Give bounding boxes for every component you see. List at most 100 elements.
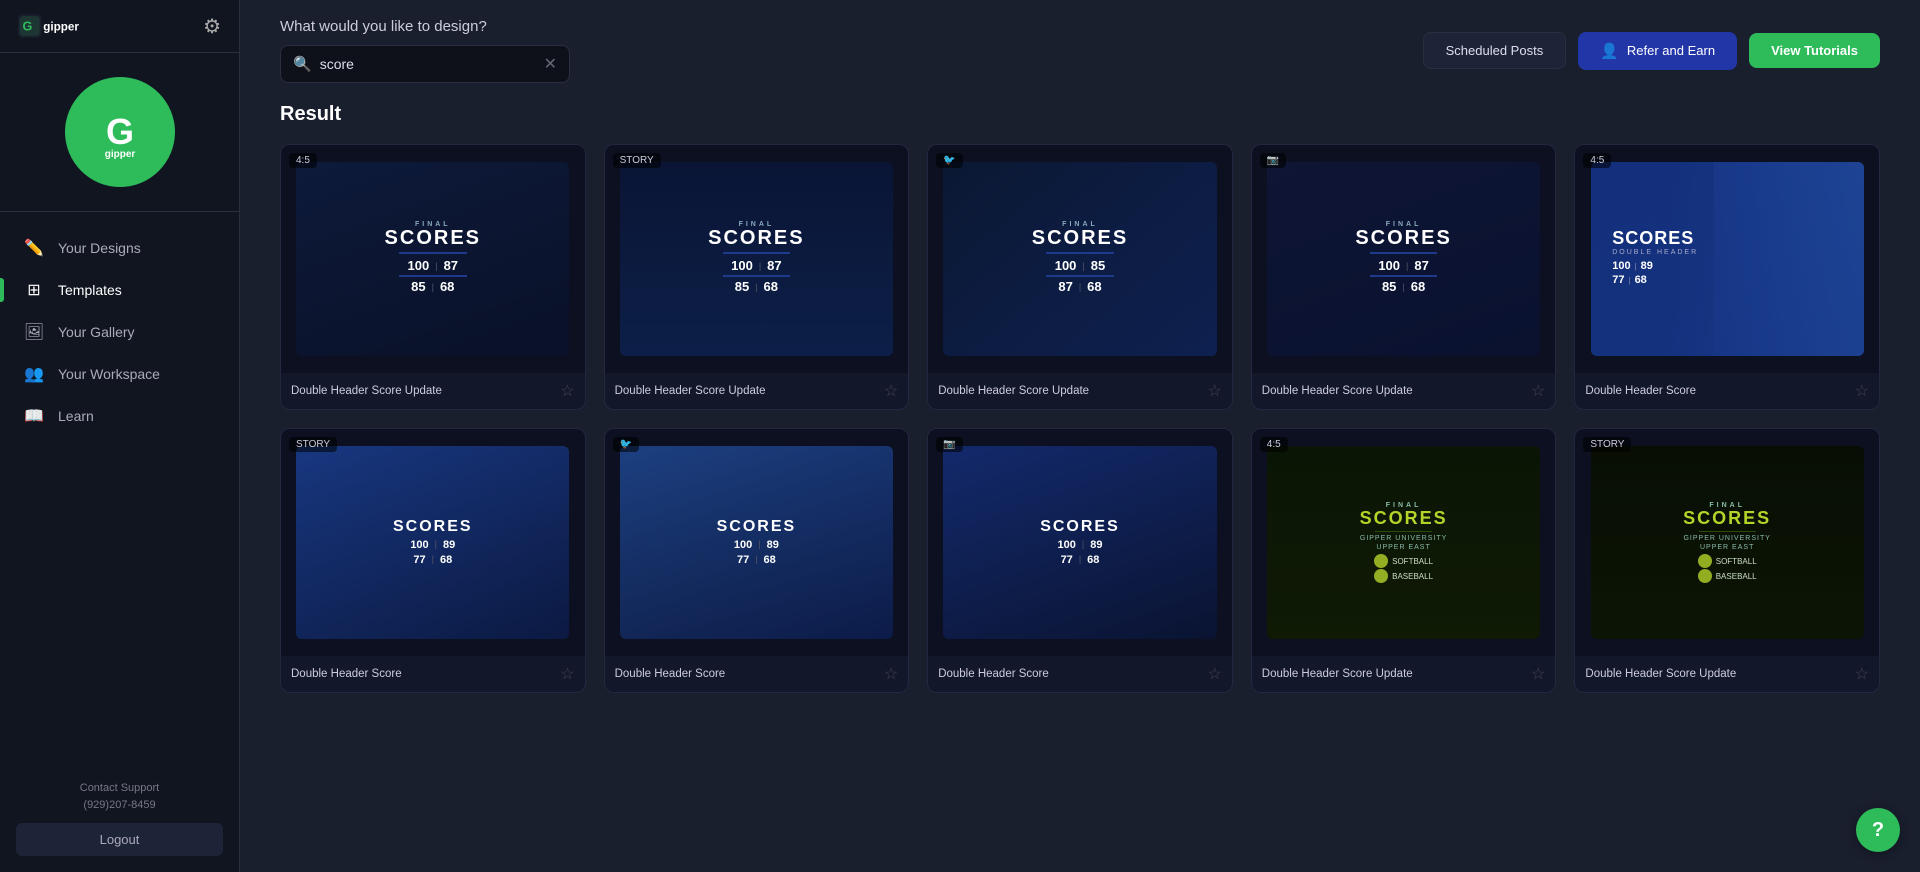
results-title: Result — [280, 103, 1880, 126]
card-title-1: Double Header Score Update — [291, 385, 442, 397]
card-footer-8: Double Header Score ☆ — [928, 656, 1232, 692]
favorite-button-8[interactable]: ☆ — [1207, 664, 1221, 684]
template-preview-5: SCORES DOUBLE HEADER 100 | 89 77 | — [1591, 162, 1864, 356]
sidebar-item-label-your-workspace: Your Workspace — [58, 366, 160, 382]
template-card-9[interactable]: 4:5 FINAL SCORES GIPPER UNIVERSITY UPPER… — [1251, 428, 1557, 694]
view-tutorials-button[interactable]: View Tutorials — [1749, 33, 1880, 68]
card-badge-2: STORY — [613, 153, 661, 168]
favorite-button-10[interactable]: ☆ — [1855, 664, 1869, 684]
favorite-button-7[interactable]: ☆ — [884, 664, 898, 684]
sidebar-item-your-designs[interactable]: ✏️ Your Designs — [8, 228, 231, 268]
template-card-6[interactable]: STORY SCORES 100 | 89 — [280, 428, 586, 694]
search-box: 🔍 ✕ — [280, 45, 570, 83]
sidebar-item-your-workspace[interactable]: 👥 Your Workspace — [8, 354, 231, 394]
template-card-8[interactable]: 📷 SCORES 100 | 89 — [927, 428, 1233, 694]
template-preview-1: FINAL SCORES 100 | 87 85 — [296, 162, 569, 356]
card-footer-2: Double Header Score Update ☆ — [605, 373, 909, 409]
favorite-button-5[interactable]: ☆ — [1855, 381, 1869, 401]
template-preview-3: FINAL SCORES 100 | 85 87 — [943, 162, 1216, 356]
card-badge-1: 4:5 — [289, 153, 317, 168]
pencil-icon: ✏️ — [24, 238, 44, 258]
svg-text:gipper: gipper — [104, 149, 135, 160]
template-card-7[interactable]: 🐦 SCORES 100 | 89 — [604, 428, 910, 694]
template-card-3[interactable]: 🐦 FINAL SCORES 100 | 85 — [927, 144, 1233, 410]
card-title-2: Double Header Score Update — [615, 385, 766, 397]
sidebar-item-your-gallery[interactable]: 🖼 Your Gallery — [8, 312, 231, 352]
favorite-button-2[interactable]: ☆ — [884, 381, 898, 401]
card-footer-6: Double Header Score ☆ — [281, 656, 585, 692]
logo: G gipper — [18, 12, 108, 40]
card-badge-10: STORY — [1583, 437, 1631, 452]
card-footer-7: Double Header Score ☆ — [605, 656, 909, 692]
search-input[interactable] — [320, 56, 536, 72]
main-content: What would you like to design? 🔍 ✕ Sched… — [240, 0, 1920, 872]
sidebar-item-label-your-designs: Your Designs — [58, 240, 141, 256]
help-icon: ? — [1872, 819, 1884, 842]
card-title-10: Double Header Score Update — [1585, 668, 1736, 680]
template-card-1[interactable]: 4:5 FINAL SCORES 100 | 87 — [280, 144, 586, 410]
template-preview-8: SCORES 100 | 89 77 | 68 — [943, 446, 1216, 640]
sidebar-item-label-learn: Learn — [58, 408, 94, 424]
search-icon: 🔍 — [293, 55, 312, 73]
favorite-button-4[interactable]: ☆ — [1531, 381, 1545, 401]
card-image-1: 4:5 FINAL SCORES 100 | 87 — [281, 145, 585, 373]
template-card-5[interactable]: 4:5 SCORES DOUBLE HEADER 100 | — [1574, 144, 1880, 410]
card-title-4: Double Header Score Update — [1262, 385, 1413, 397]
card-title-5: Double Header Score — [1585, 385, 1696, 397]
card-image-2: STORY FINAL SCORES 100 | 87 — [605, 145, 909, 373]
card-badge-7: 🐦 — [613, 437, 639, 452]
nav-menu: ✏️ Your Designs ⊞ Templates 🖼 Your Galle… — [0, 228, 239, 436]
template-preview-2: FINAL SCORES 100 | 87 85 — [620, 162, 893, 356]
card-badge-8: 📷 — [936, 437, 962, 452]
template-preview-6: SCORES 100 | 89 77 | 68 — [296, 446, 569, 640]
refer-earn-button[interactable]: 👤 Refer and Earn — [1578, 32, 1737, 70]
template-preview-4: FINAL SCORES 100 | 87 85 — [1267, 162, 1540, 356]
favorite-button-3[interactable]: ☆ — [1207, 381, 1221, 401]
card-footer-1: Double Header Score Update ☆ — [281, 373, 585, 409]
book-icon: 📖 — [24, 406, 44, 426]
card-badge-9: 4:5 — [1260, 437, 1288, 452]
card-image-9: 4:5 FINAL SCORES GIPPER UNIVERSITY UPPER… — [1252, 429, 1556, 657]
settings-button[interactable]: ⚙ — [203, 14, 221, 39]
card-title-3: Double Header Score Update — [938, 385, 1089, 397]
card-title-9: Double Header Score Update — [1262, 668, 1413, 680]
scheduled-posts-button[interactable]: Scheduled Posts — [1423, 32, 1567, 69]
templates-grid: 4:5 FINAL SCORES 100 | 87 — [280, 144, 1880, 693]
avatar: G gipper — [65, 77, 175, 187]
sidebar-item-templates[interactable]: ⊞ Templates — [8, 270, 231, 310]
template-preview-9: FINAL SCORES GIPPER UNIVERSITY UPPER EAS… — [1267, 446, 1540, 640]
template-preview-10: FINAL SCORES GIPPER UNIVERSITY UPPER EAS… — [1591, 446, 1864, 640]
card-title-7: Double Header Score — [615, 668, 726, 680]
favorite-button-9[interactable]: ☆ — [1531, 664, 1545, 684]
sidebar-item-label-templates: Templates — [58, 282, 122, 298]
top-actions: Scheduled Posts 👤 Refer and Earn View Tu… — [1423, 32, 1880, 70]
svg-text:gipper: gipper — [43, 21, 79, 34]
template-card-4[interactable]: 📷 FINAL SCORES 100 | 87 — [1251, 144, 1557, 410]
clear-search-button[interactable]: ✕ — [544, 54, 557, 74]
sidebar-item-learn[interactable]: 📖 Learn — [8, 396, 231, 436]
logout-button[interactable]: Logout — [16, 823, 223, 856]
favorite-button-6[interactable]: ☆ — [560, 664, 574, 684]
card-footer-3: Double Header Score Update ☆ — [928, 373, 1232, 409]
sidebar: G gipper ⚙ G gipper ✏️ Your Designs ⊞ Te… — [0, 0, 240, 872]
search-section: What would you like to design? 🔍 ✕ — [280, 18, 980, 83]
card-badge-6: STORY — [289, 437, 337, 452]
card-footer-5: Double Header Score ☆ — [1575, 373, 1879, 409]
template-icon: ⊞ — [24, 280, 44, 300]
top-bar: What would you like to design? 🔍 ✕ Sched… — [240, 0, 1920, 83]
template-card-2[interactable]: STORY FINAL SCORES 100 | 87 — [604, 144, 910, 410]
help-button[interactable]: ? — [1856, 808, 1900, 852]
card-badge-3: 🐦 — [936, 153, 962, 168]
card-image-5: 4:5 SCORES DOUBLE HEADER 100 | — [1575, 145, 1879, 373]
sidebar-divider — [0, 211, 239, 212]
card-image-6: STORY SCORES 100 | 89 — [281, 429, 585, 657]
card-image-4: 📷 FINAL SCORES 100 | 87 — [1252, 145, 1556, 373]
card-image-7: 🐦 SCORES 100 | 89 — [605, 429, 909, 657]
template-card-10[interactable]: STORY FINAL SCORES GIPPER UNIVERSITY UPP… — [1574, 428, 1880, 694]
card-badge-5: 4:5 — [1583, 153, 1611, 168]
favorite-button-1[interactable]: ☆ — [560, 381, 574, 401]
sidebar-item-label-your-gallery: Your Gallery — [58, 324, 135, 340]
card-image-3: 🐦 FINAL SCORES 100 | 85 — [928, 145, 1232, 373]
gallery-icon: 🖼 — [24, 322, 44, 342]
card-footer-4: Double Header Score Update ☆ — [1252, 373, 1556, 409]
